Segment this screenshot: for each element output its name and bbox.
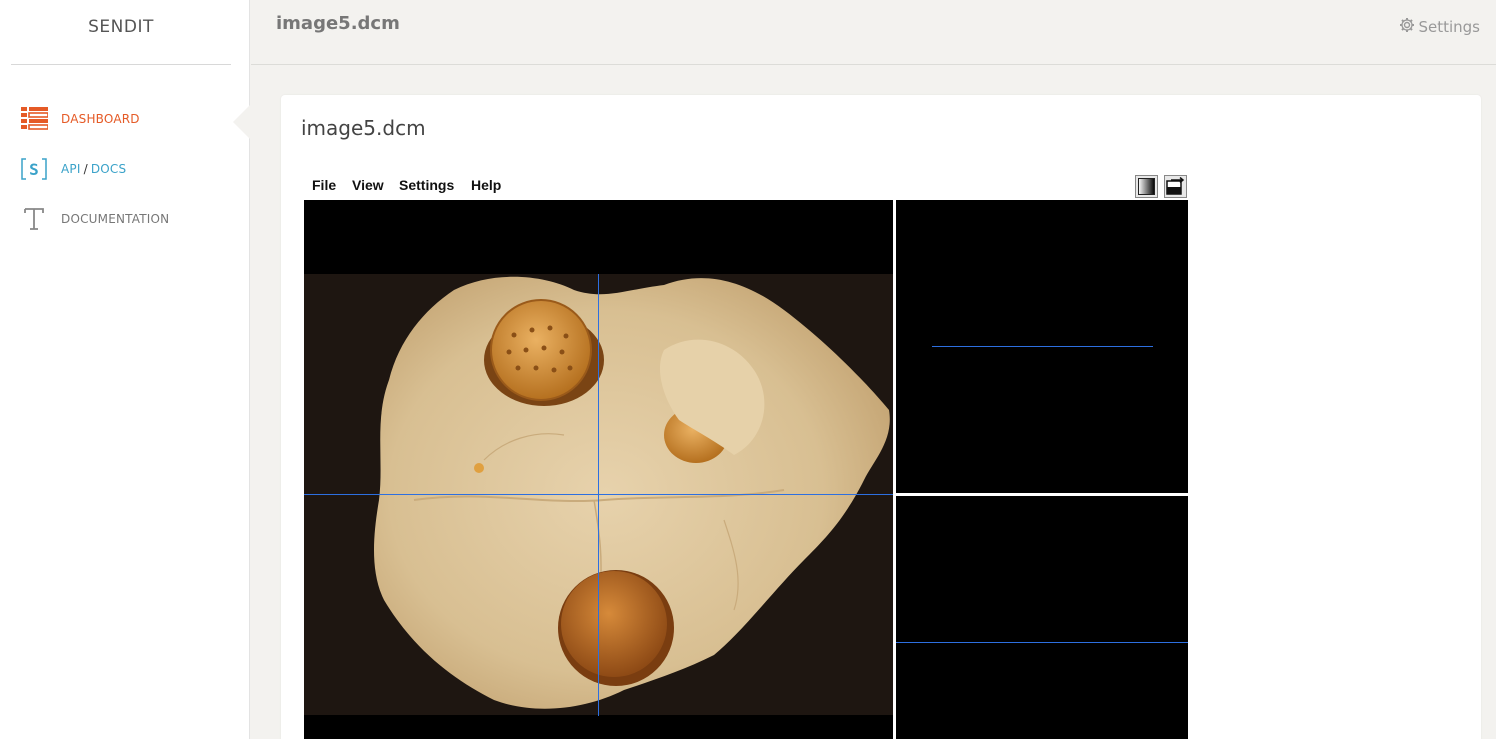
dicom-image xyxy=(304,274,893,716)
api-separator: / xyxy=(83,162,88,176)
menu-help[interactable]: Help xyxy=(471,177,501,193)
sidebar: SENDIT DASHBOARD S API / DOCS DOCUMENTAT… xyxy=(0,0,250,739)
sagittal-viewport[interactable] xyxy=(896,496,1188,739)
menu-view[interactable]: View xyxy=(352,177,384,193)
svg-text:S: S xyxy=(29,160,39,179)
swap-layout-icon[interactable] xyxy=(1164,175,1187,198)
docs-link[interactable]: DOCS xyxy=(91,162,126,176)
crosshair-line xyxy=(932,346,1153,347)
api-link[interactable]: API xyxy=(61,162,81,176)
menu-settings[interactable]: Settings xyxy=(399,177,454,193)
axial-viewport[interactable] xyxy=(304,200,893,739)
crosshair-line xyxy=(896,642,1188,643)
text-t-icon xyxy=(16,204,52,234)
sidebar-item-api-docs[interactable]: S API / DOCS xyxy=(0,149,250,189)
sidebar-item-dashboard[interactable]: DASHBOARD xyxy=(0,99,250,139)
coronal-viewport[interactable] xyxy=(896,200,1188,493)
window-level-icon[interactable] xyxy=(1135,175,1158,198)
menu-file[interactable]: File xyxy=(312,177,336,193)
bracket-s-icon: S xyxy=(16,154,52,184)
active-indicator xyxy=(233,105,250,139)
brand-logo[interactable]: SENDIT xyxy=(11,0,231,65)
list-icon xyxy=(16,104,52,134)
settings-label: Settings xyxy=(1418,18,1480,36)
settings-link[interactable]: Settings xyxy=(1399,17,1480,37)
header-bar: image5.dcm Settings xyxy=(251,0,1496,65)
card-title: image5.dcm xyxy=(301,116,426,140)
page-title: image5.dcm xyxy=(276,13,400,34)
viewer-menubar: File View Settings Help xyxy=(304,172,1189,200)
sidebar-item-label: API / DOCS xyxy=(61,162,126,176)
gear-icon xyxy=(1399,17,1415,37)
sidebar-item-label: DOCUMENTATION xyxy=(61,212,170,226)
sidebar-item-label: DASHBOARD xyxy=(61,112,140,126)
sidebar-item-documentation[interactable]: DOCUMENTATION xyxy=(0,199,250,239)
